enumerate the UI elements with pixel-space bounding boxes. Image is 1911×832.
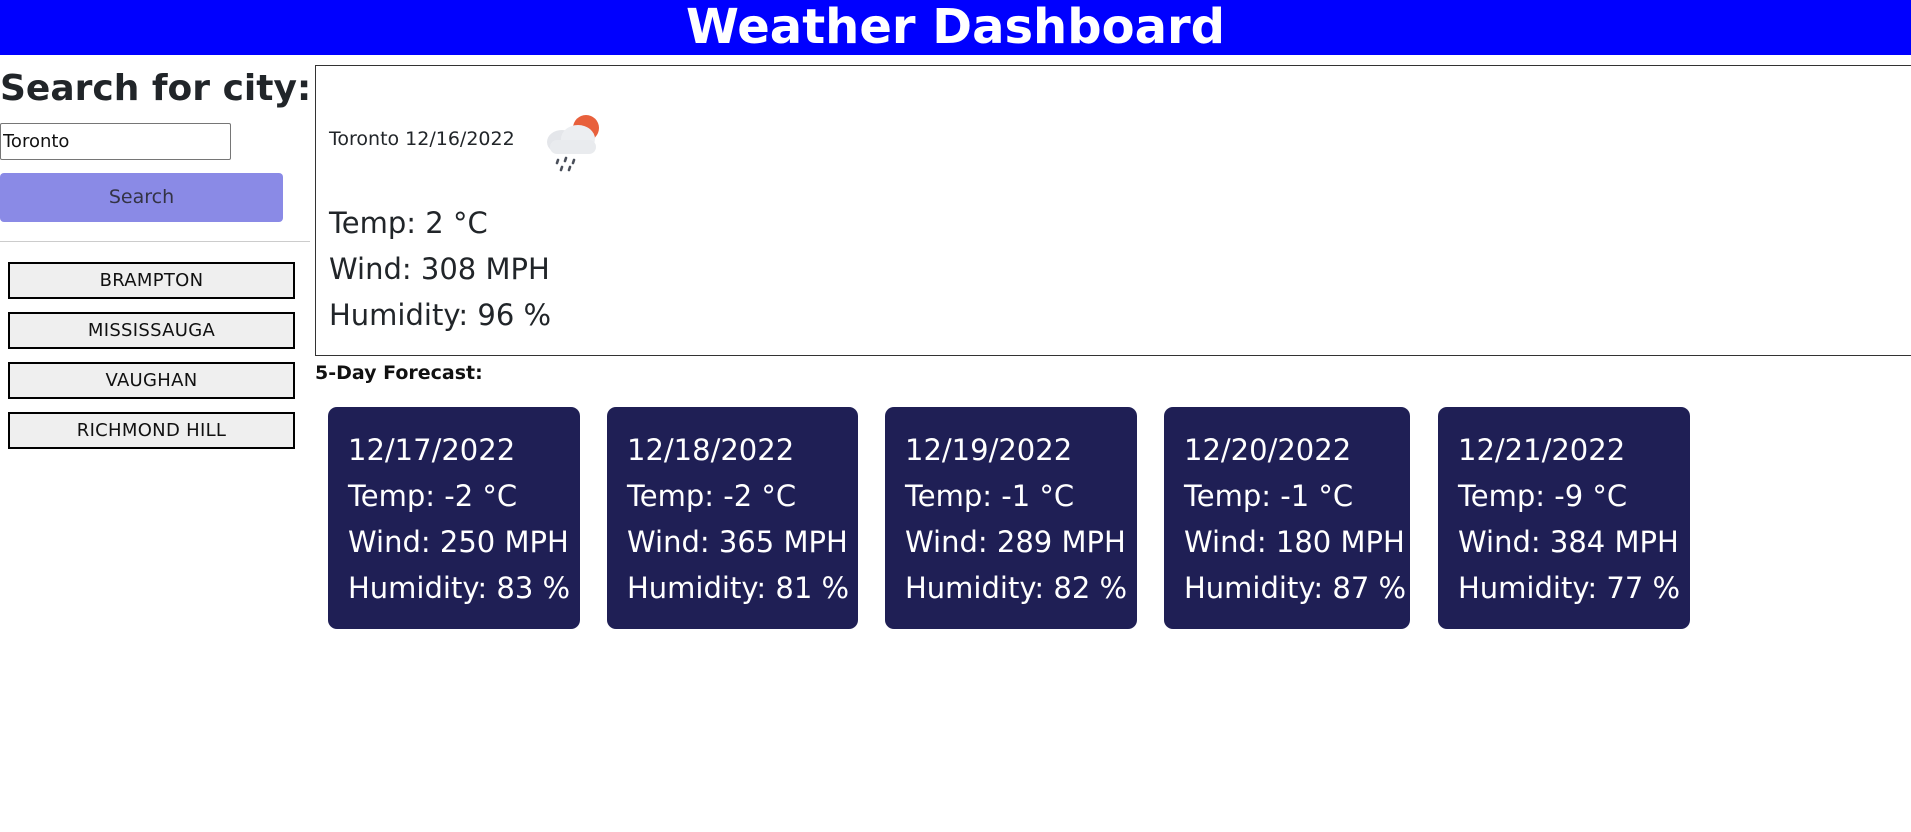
forecast-date: 12/19/2022 — [905, 433, 1073, 467]
forecast-temp: Temp: -2 °C — [348, 479, 518, 513]
forecast-card: 12/17/2022 Temp: -2 °C Wind: 250 MPH Hum… — [328, 407, 580, 629]
rain-cloud-sun-icon — [547, 115, 599, 172]
forecast-wind: Wind: 250 MPH — [348, 525, 569, 559]
forecast-wind: Wind: 289 MPH — [905, 525, 1126, 559]
forecast-card: 12/19/2022 Temp: -1 °C Wind: 289 MPH Hum… — [885, 407, 1137, 629]
forecast-humidity: Humidity: 77 % — [1458, 571, 1681, 605]
forecast-temp: Temp: -2 °C — [627, 479, 797, 513]
history-button-richmond-hill[interactable]: RICHMOND HILL — [8, 412, 295, 449]
current-wind: Wind: 308 MPH — [329, 252, 550, 286]
current-weather-panel: Toronto 12/16/2022 Temp: 2 °C Wind: 308 … — [315, 65, 1911, 356]
current-temp: Temp: 2 °C — [329, 206, 488, 240]
search-heading: Search for city: — [0, 68, 312, 109]
forecast-temp: Temp: -1 °C — [1184, 479, 1354, 513]
forecast-wind: Wind: 180 MPH — [1184, 525, 1405, 559]
city-search-input[interactable] — [0, 123, 231, 160]
forecast-label: 5-Day Forecast: — [315, 362, 483, 384]
forecast-card: 12/18/2022 Temp: -2 °C Wind: 365 MPH Hum… — [607, 407, 858, 629]
search-button[interactable]: Search — [0, 173, 283, 222]
history-button-brampton[interactable]: BRAMPTON — [8, 262, 295, 299]
forecast-wind: Wind: 384 MPH — [1458, 525, 1679, 559]
forecast-humidity: Humidity: 83 % — [348, 571, 571, 605]
forecast-humidity: Humidity: 87 % — [1184, 571, 1407, 605]
forecast-temp: Temp: -1 °C — [905, 479, 1075, 513]
forecast-humidity: Humidity: 81 % — [627, 571, 850, 605]
history-button-mississauga[interactable]: MISSISSAUGA — [8, 312, 295, 349]
forecast-date: 12/18/2022 — [627, 433, 795, 467]
forecast-humidity: Humidity: 82 % — [905, 571, 1128, 605]
current-humidity: Humidity: 96 % — [329, 298, 552, 332]
current-city-date: Toronto 12/16/2022 — [329, 128, 515, 150]
search-sidebar: Search for city: Search BRAMPTON MISSISS… — [0, 55, 311, 455]
search-history-list: BRAMPTON MISSISSAUGA VAUGHAN RICHMOND HI… — [8, 262, 295, 462]
page-title: Weather Dashboard — [686, 0, 1225, 55]
forecast-temp: Temp: -9 °C — [1458, 479, 1628, 513]
history-button-vaughan[interactable]: VAUGHAN — [8, 362, 295, 399]
forecast-card: 12/21/2022 Temp: -9 °C Wind: 384 MPH Hum… — [1438, 407, 1690, 629]
sidebar-divider — [0, 241, 310, 242]
forecast-card: 12/20/2022 Temp: -1 °C Wind: 180 MPH Hum… — [1164, 407, 1410, 629]
forecast-wind: Wind: 365 MPH — [627, 525, 848, 559]
forecast-date: 12/21/2022 — [1458, 433, 1626, 467]
forecast-date: 12/20/2022 — [1184, 433, 1352, 467]
forecast-date: 12/17/2022 — [348, 433, 516, 467]
page-header: Weather Dashboard — [0, 0, 1911, 55]
